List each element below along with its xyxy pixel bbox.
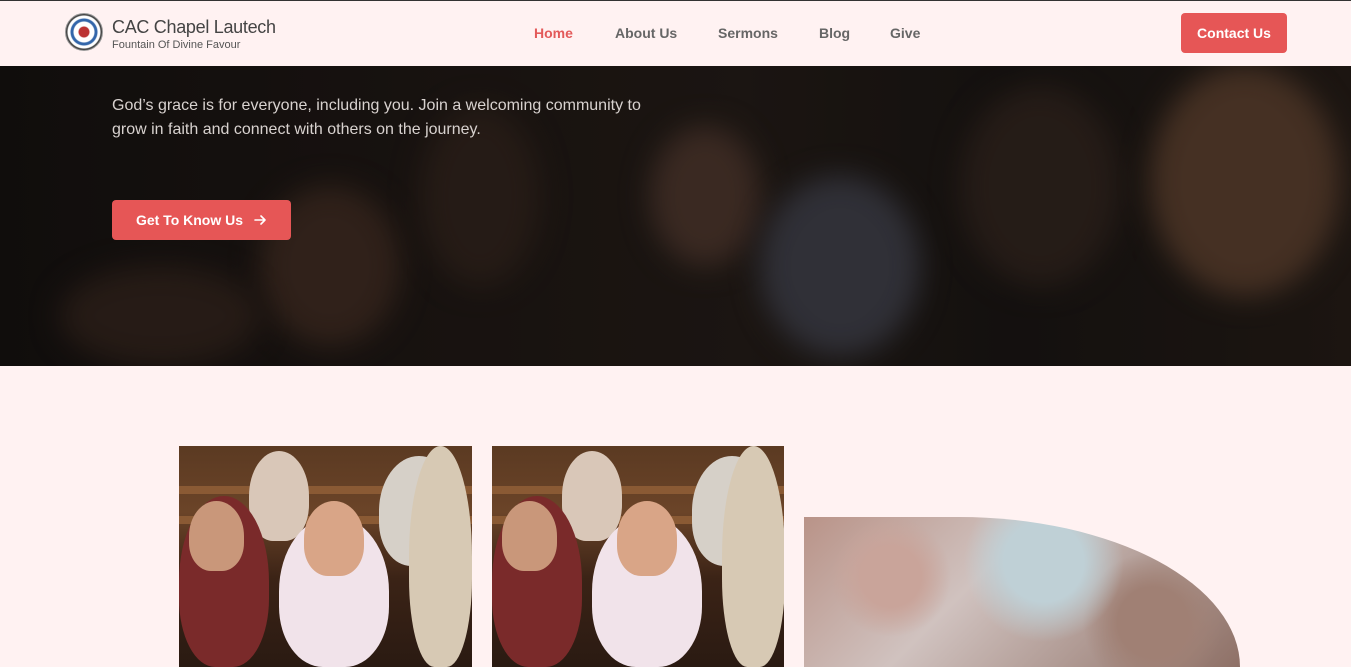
get-to-know-us-button[interactable]: Get To Know Us [112,200,291,240]
arrow-right-icon [254,215,266,225]
get-to-know-us-label: Get To Know Us [135,212,244,228]
main-nav: Home About Us Sermons Blog Give [0,25,1351,45]
congregation-photo [179,446,472,667]
nav-sermons[interactable]: Sermons [718,25,778,41]
nav-blog[interactable]: Blog [819,25,850,41]
nav-home[interactable]: Home [534,25,573,41]
hero-banner: God’s grace is for everyone, including y… [0,66,1351,366]
nav-give[interactable]: Give [890,25,920,41]
site-header: CAC Chapel Lautech Fountain Of Divine Fa… [0,1,1351,66]
contact-us-button[interactable]: Contact Us [1181,13,1287,53]
nav-about-us[interactable]: About Us [615,25,677,41]
hero-description: God’s grace is for everyone, including y… [112,97,641,138]
outdoor-portrait-photo [804,517,1240,667]
congregation-photo [492,446,784,667]
